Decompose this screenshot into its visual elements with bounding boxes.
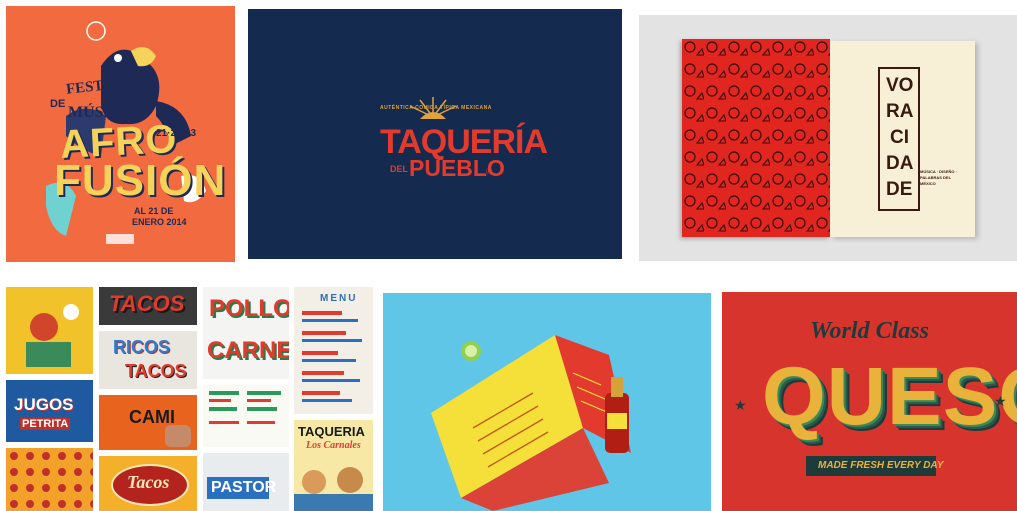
- collage-photo-pollo-carne-sign: POLLO CARNE: [203, 287, 289, 379]
- collage-photo-tacos-sign: TACOS: [99, 287, 197, 325]
- magazine-title-line-4: DA: [886, 153, 914, 174]
- mexican-signage-collage-image[interactable]: JUGOS PETRITA TACOS RICOS TACOS CAMI Tac…: [6, 287, 373, 511]
- collage-photo-jugos-sign: JUGOS PETRITA: [6, 380, 93, 442]
- hand-shape: [165, 425, 191, 447]
- tacos-oval-text: Tacos: [127, 472, 170, 492]
- folded-menu-photo-image[interactable]: [383, 293, 711, 511]
- magazine-caption: MÚSICA · DISEÑO · PALABRAS DEL MÉXICO: [920, 169, 957, 186]
- voracidade-magazine-image[interactable]: VO RA CI DA DE MÚSICA · DISEÑO · PALABRA…: [639, 15, 1017, 261]
- collage-photo-taqueria-sign: TAQUERIA Los Carnales: [294, 420, 373, 511]
- collage-photo-pattern: [6, 448, 93, 511]
- taqueria-arc-text: AUTÉNTICA COMIDA TÍPICA MEXICANA: [380, 105, 492, 111]
- menu-photo-illustration: [431, 335, 631, 511]
- queso-top-text: World Class: [810, 318, 929, 344]
- collage-photo-market-illustration: [6, 287, 93, 374]
- petrita-text: PETRITA: [20, 418, 71, 430]
- magazine-title-line-5: DE: [886, 179, 913, 200]
- poster-de-text: DE: [50, 98, 66, 110]
- collage-photo-painting-sign: CAMI: [99, 395, 197, 450]
- left-star-icon: ★: [734, 398, 747, 414]
- world-class-queso-image[interactable]: World Class QUESO MADE FRESH EVERY DAY ★…: [722, 292, 1017, 511]
- poster-fusion-text: FUSIÓN: [54, 156, 227, 205]
- ricos-text: RICOS: [113, 337, 171, 357]
- magazine-title-line-2: RA: [886, 101, 914, 122]
- poster-dates-text: 21·22·23: [156, 128, 197, 139]
- magazine-title-line-3: CI: [890, 127, 909, 148]
- collage-photo-menu-board: MENU: [294, 287, 373, 414]
- poster-venue-text: AL 21 DE: [134, 206, 174, 216]
- collage-photo-tacos-oval: Tacos: [99, 456, 197, 511]
- taqueria-del-text: DEL: [390, 164, 408, 174]
- collage-photo-ricos-tacos-sign: RICOS TACOS: [99, 331, 197, 389]
- queso-main-text: QUESO: [762, 351, 1017, 442]
- jugos-text: JUGOS: [14, 395, 74, 414]
- magazine-right-page: VO RA CI DA DE MÚSICA · DISEÑO · PALABRA…: [830, 41, 975, 237]
- afro-fusion-poster-image[interactable]: FESTIVAL DE MÚSICA AFRO FUSIÓN 21·22·23 …: [6, 6, 235, 262]
- taqueria-trademark: ®: [486, 167, 492, 176]
- carne-text: CARNE: [207, 337, 289, 364]
- magazine-left-page: [682, 39, 830, 237]
- magazine-title-box: VO RA CI DA DE: [878, 67, 920, 211]
- pastor-text: PASTOR: [211, 479, 277, 496]
- taqueria-del-pueblo-logo-image[interactable]: AUTÉNTICA COMIDA TÍPICA MEXICANA TAQUERÍ…: [248, 9, 622, 259]
- tacos-sign-text: TACOS: [109, 291, 185, 316]
- pollo-text: POLLO: [209, 295, 289, 322]
- food-icon-pattern: [682, 39, 830, 237]
- poster-month-text: ENERO 2014: [132, 217, 187, 227]
- magazine-title-line-1: VO: [886, 75, 914, 96]
- queso-banner-text: MADE FRESH EVERY DAY: [818, 460, 944, 471]
- right-star-icon: ★: [994, 394, 1007, 410]
- collage-photo-pastor-sign: PASTOR: [203, 453, 289, 511]
- collage-photo-handwritten-menu: [203, 385, 289, 447]
- tacos-text-2: TACOS: [125, 361, 187, 381]
